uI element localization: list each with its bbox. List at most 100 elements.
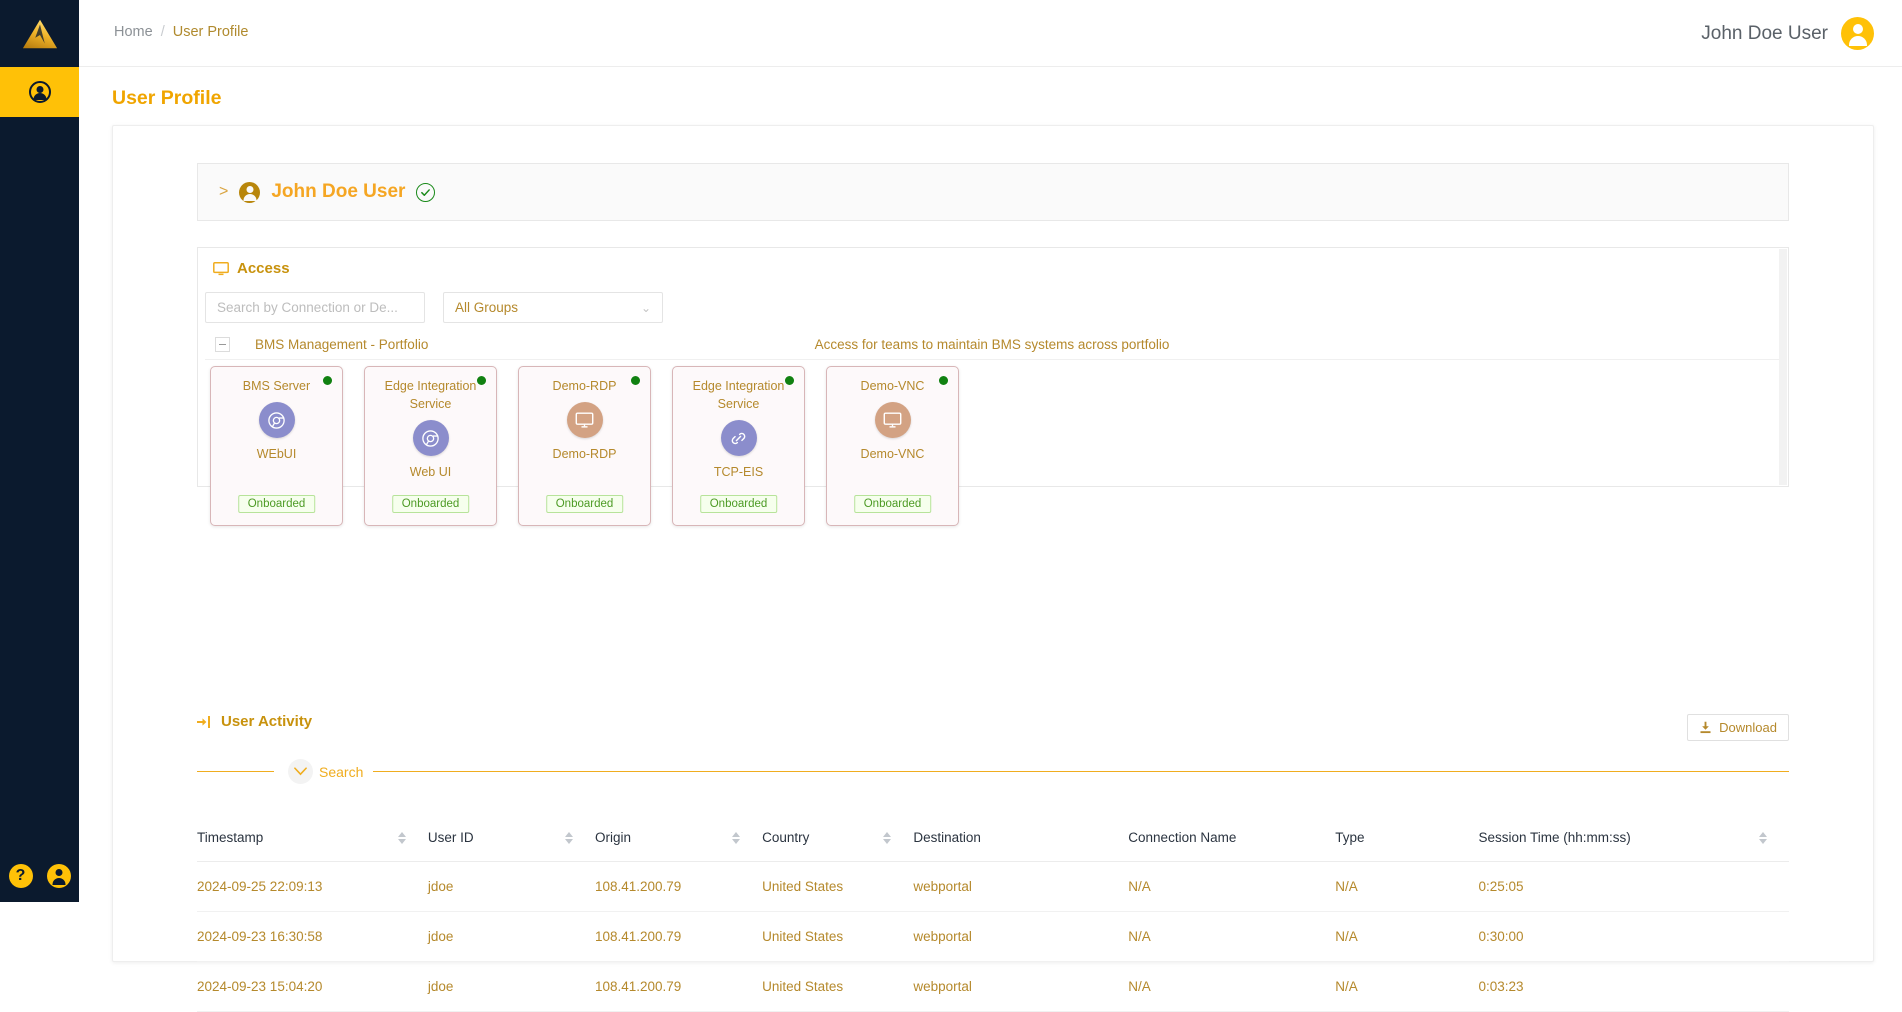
status-badge: Onboarded: [854, 495, 932, 513]
cell-type: N/A: [1335, 862, 1478, 912]
avatar[interactable]: [1841, 17, 1874, 50]
group-select[interactable]: All Groups ⌄: [443, 292, 663, 323]
user-panel-name: John Doe User: [271, 181, 405, 203]
column-header-timestamp[interactable]: Timestamp: [197, 816, 428, 862]
column-label: Session Time (hh:mm:ss): [1479, 830, 1631, 845]
column-label: Origin: [595, 830, 631, 845]
cell-timestamp: 2024-09-25 22:09:13: [197, 862, 428, 912]
status-dot-online: [785, 376, 794, 385]
column-header-type[interactable]: Type: [1335, 816, 1478, 862]
status-dot-online: [631, 376, 640, 385]
top-bar: Home / User Profile John Doe User: [79, 0, 1902, 67]
breadcrumb-current: User Profile: [173, 24, 249, 40]
user-profile-panel-header[interactable]: > John Doe User: [197, 163, 1789, 221]
sort-icon[interactable]: [732, 832, 740, 844]
monitor-icon: [875, 402, 911, 438]
group-row: BMS Management - Portfolio Access for te…: [205, 330, 1779, 360]
status-badge: Onboarded: [392, 495, 470, 513]
access-panel-scrollbar[interactable]: [1779, 249, 1787, 485]
breadcrumb: Home / User Profile: [114, 24, 248, 40]
topbar-user-menu[interactable]: John Doe User: [1701, 17, 1874, 50]
connection-card-title: Demo-RDP: [533, 377, 637, 395]
group-select-value: All Groups: [455, 300, 518, 315]
connection-card[interactable]: Edge Integration Service Web UI Onboarde…: [364, 366, 497, 526]
browser-icon: [413, 420, 449, 456]
connection-card-subtitle: WEbUI: [257, 447, 297, 461]
cell-type: N/A: [1335, 962, 1478, 1012]
table-row[interactable]: 2024-09-23 15:04:20 jdoe 108.41.200.79 U…: [197, 962, 1789, 1012]
help-circle-icon[interactable]: ?: [9, 864, 33, 888]
cell-user-id: jdoe: [428, 862, 595, 912]
column-label: User ID: [428, 830, 474, 845]
cell-country: United States: [762, 912, 913, 962]
connection-card[interactable]: BMS Server WEbUI Onboarded: [210, 366, 343, 526]
sidebar-bottom-actions: ?: [0, 864, 79, 888]
cell-destination: webportal: [913, 862, 1128, 912]
user-circle-icon: [239, 182, 260, 203]
table-row[interactable]: 2024-09-25 22:09:13 jdoe 108.41.200.79 U…: [197, 862, 1789, 912]
connection-card-subtitle: Web UI: [410, 465, 451, 479]
main-content-card: > John Doe User Access All Groups ⌄ BMS …: [112, 125, 1874, 962]
search-toggle-label[interactable]: Search: [319, 764, 363, 780]
connection-card-title: Edge Integration Service: [687, 377, 791, 413]
cell-origin: 108.41.200.79: [595, 862, 762, 912]
cell-type: N/A: [1335, 912, 1478, 962]
user-circle-icon[interactable]: [47, 864, 71, 888]
download-button-label: Download: [1719, 720, 1777, 735]
cell-country: United States: [762, 862, 913, 912]
connection-card[interactable]: Edge Integration Service TCP-EIS Onboard…: [672, 366, 805, 526]
cell-user-id: jdoe: [428, 912, 595, 962]
chevron-down-icon[interactable]: [288, 759, 313, 784]
connection-card-title: Demo-VNC: [841, 377, 945, 395]
connection-card-title: BMS Server: [225, 377, 329, 395]
sort-icon[interactable]: [398, 832, 406, 844]
column-header-country[interactable]: Country: [762, 816, 913, 862]
access-filters: All Groups ⌄: [205, 292, 663, 323]
status-dot-online: [939, 376, 948, 385]
monitor-icon: [567, 402, 603, 438]
connection-cards: BMS Server WEbUI Onboarded Edge Integrat…: [210, 366, 959, 526]
column-label: Country: [762, 830, 809, 845]
app-logo[interactable]: [0, 0, 79, 67]
sort-icon[interactable]: [883, 832, 891, 844]
cell-connection-name: N/A: [1128, 962, 1335, 1012]
connection-card[interactable]: Demo-VNC Demo-VNC Onboarded: [826, 366, 959, 526]
cell-session-time: 0:03:23: [1479, 962, 1790, 1012]
column-header-session-time[interactable]: Session Time (hh:mm:ss): [1479, 816, 1790, 862]
table-row[interactable]: 2024-09-23 16:30:58 jdoe 108.41.200.79 U…: [197, 912, 1789, 962]
cell-session-time: 0:30:00: [1479, 912, 1790, 962]
divider-line-left: [197, 771, 274, 772]
cell-timestamp: 2024-09-23 16:30:58: [197, 912, 428, 962]
connection-card-subtitle: Demo-RDP: [553, 447, 617, 461]
connection-card[interactable]: Demo-RDP Demo-RDP Onboarded: [518, 366, 651, 526]
check-circle-icon: [416, 183, 435, 202]
user-circle-icon: [29, 81, 51, 103]
breadcrumb-home[interactable]: Home: [114, 24, 153, 40]
breadcrumb-separator: /: [161, 24, 165, 40]
connection-card-subtitle: Demo-VNC: [861, 447, 925, 461]
status-badge: Onboarded: [238, 495, 316, 513]
cell-destination: webportal: [913, 962, 1128, 1012]
column-header-user-id[interactable]: User ID: [428, 816, 595, 862]
search-collapse-divider[interactable]: Search: [197, 759, 1789, 784]
download-button[interactable]: Download: [1687, 714, 1789, 741]
column-header-destination[interactable]: Destination: [913, 816, 1128, 862]
search-input[interactable]: [205, 292, 425, 323]
browser-icon: [259, 402, 295, 438]
sidebar-item-user-profile[interactable]: [0, 67, 79, 117]
sort-icon[interactable]: [565, 832, 573, 844]
access-title: Access: [237, 260, 290, 277]
status-badge: Onboarded: [700, 495, 778, 513]
user-activity-header: User Activity: [197, 713, 312, 730]
column-label: Timestamp: [197, 830, 263, 845]
column-header-connection-name[interactable]: Connection Name: [1128, 816, 1335, 862]
chevron-right-icon[interactable]: >: [219, 184, 228, 200]
sort-icon[interactable]: [1759, 832, 1767, 844]
access-panel: Access All Groups ⌄ BMS Management - Por…: [197, 247, 1789, 487]
left-sidebar: ?: [0, 0, 79, 902]
connection-card-subtitle: TCP-EIS: [714, 465, 763, 479]
column-header-origin[interactable]: Origin: [595, 816, 762, 862]
monitor-icon: [213, 262, 229, 276]
collapse-minus-icon[interactable]: [215, 337, 230, 352]
mountain-logo-icon: [21, 17, 59, 51]
